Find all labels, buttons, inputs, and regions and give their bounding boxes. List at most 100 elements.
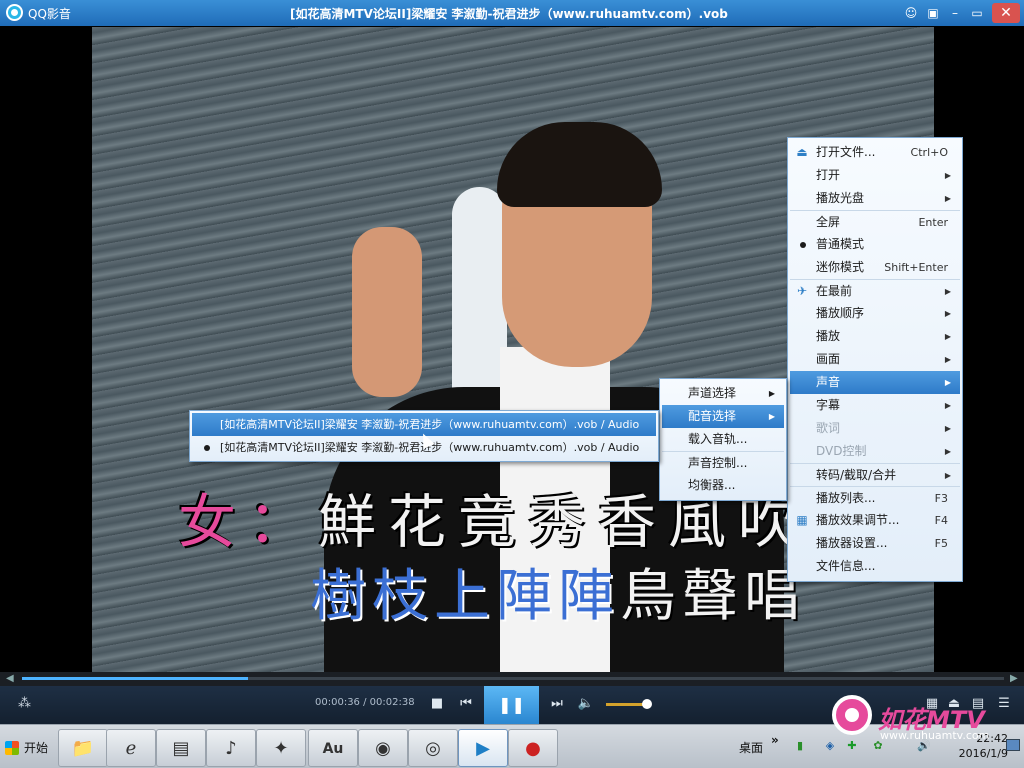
menu-item-play[interactable]: 播放 ▶ — [790, 325, 960, 348]
menu-item-label: 声道选择 — [688, 386, 737, 400]
lyric-line-2: 樹枝上陣陣鳥聲唱 — [310, 551, 806, 632]
menu-item-file-info[interactable]: 文件信息... — [790, 555, 960, 578]
submenu-arrow-icon: ▶ — [944, 471, 951, 480]
menu-item-subtitle[interactable]: 字幕 ▶ — [790, 394, 960, 417]
menu-item-always-on-top[interactable]: ✈ 在最前 ▶ — [790, 279, 960, 302]
menu-shortcut: F4 — [934, 514, 948, 527]
taskbar: 开始 📁 ℯ ▤ ♪ ✦ Au ◉ ◎ ▶ ● 桌面 » ▮ ◈ ✚ ✿ 🔊 2… — [0, 724, 1024, 768]
internet-explorer-icon[interactable]: ℯ — [106, 729, 156, 767]
menu-item-audio-track-select[interactable]: 配音选择 ▶ — [662, 405, 784, 428]
menu-item-channel-select[interactable]: 声道选择 ▶ — [662, 382, 784, 405]
selected-bullet-icon — [800, 242, 806, 248]
pin-icon: ✈ — [796, 284, 808, 298]
menu-item-load-track[interactable]: 载入音轨... — [662, 428, 784, 451]
network-icon[interactable]: ◈ — [823, 739, 837, 753]
menu-item-label: 播放列表... — [816, 491, 876, 505]
seek-track[interactable] — [22, 677, 1004, 680]
menu-shortcut: Ctrl+O — [910, 146, 948, 159]
menu-item-label: 歌词 — [816, 421, 841, 435]
sound-submenu: 声道选择 ▶ 配音选择 ▶ 载入音轨... 声音控制... 均衡器... — [659, 378, 787, 501]
open-file-icon: ⏏ — [796, 145, 808, 159]
stop-button[interactable]: ■ — [427, 694, 447, 714]
seek-bar[interactable]: ◀ ▶ — [0, 672, 1024, 686]
menu-item-label: 配音选择 — [688, 409, 737, 423]
explorer-icon[interactable]: 📁 — [58, 729, 108, 767]
playlist-icon[interactable]: ☰ — [994, 694, 1014, 714]
desktop-toolbar-label[interactable]: 桌面 — [739, 739, 763, 756]
plus-icon[interactable]: ✚ — [845, 739, 859, 753]
submenu-arrow-icon: ▶ — [944, 378, 951, 387]
submenu-arrow-icon: ▶ — [944, 401, 951, 410]
lyric-line-2-rest: 鳥聲唱 — [620, 564, 806, 629]
menu-item-open-file[interactable]: ⏏ 打开文件... Ctrl+O — [790, 141, 960, 164]
media-center-icon[interactable]: ▤ — [156, 729, 206, 767]
start-button[interactable]: 开始 — [2, 735, 54, 761]
seek-right-icon[interactable]: ▶ — [1010, 673, 1018, 684]
swan-shape — [452, 187, 507, 417]
battery-icon[interactable]: ▮ — [793, 739, 807, 753]
recorder-icon[interactable]: ● — [508, 729, 558, 767]
menu-item-label: [如花高清MTV论坛II]梁耀安 李溆勤-祝君进步（www.ruhuamtv.c… — [220, 418, 640, 431]
menu-item-settings[interactable]: 播放器设置... F5 — [790, 532, 960, 555]
menu-item-label: DVD控制 — [816, 444, 867, 458]
menu-shortcut: F5 — [934, 537, 948, 550]
menu-item-label: 播放顺序 — [816, 306, 865, 320]
previous-button[interactable]: ⏮ — [456, 694, 476, 714]
menu-item-playlist[interactable]: 播放列表... F3 — [790, 486, 960, 509]
menu-item-play-disc[interactable]: 播放光盘 ▶ — [790, 187, 960, 210]
app-name: QQ影音 — [28, 7, 71, 21]
volume-icon[interactable]: 🔈 — [576, 694, 596, 714]
lyric-line-2-sung: 樹枝上陣陣 — [310, 564, 620, 629]
qq-player-taskbar-icon[interactable]: ▶ — [458, 729, 508, 767]
lyric-singer-tag: 女： — [178, 488, 319, 556]
menu-item-sound[interactable]: 声音 ▶ — [790, 371, 960, 394]
menu-item-transcode[interactable]: 转码/截取/合并 ▶ — [790, 463, 960, 486]
chat-icon[interactable]: ☺ — [900, 3, 922, 23]
app-star-icon[interactable]: ✦ — [256, 729, 306, 767]
menu-item-normal-mode[interactable]: 普通模式 — [790, 233, 960, 256]
music-app-icon[interactable]: ♪ — [206, 729, 256, 767]
close-button[interactable]: ✕ — [992, 3, 1020, 23]
seek-left-icon[interactable]: ◀ — [6, 673, 14, 684]
menu-item-sound-control[interactable]: 声音控制... — [662, 451, 784, 474]
submenu-arrow-icon: ▶ — [768, 412, 775, 421]
menu-item-label: 载入音轨... — [688, 432, 748, 446]
menu-item-label: 播放光盘 — [816, 191, 865, 205]
menu-item-fullscreen[interactable]: 全屏 Enter — [790, 210, 960, 233]
menu-item-equalizer[interactable]: 均衡器... — [662, 474, 784, 497]
audio-app-icon[interactable]: ◎ — [408, 729, 458, 767]
menu-item-label: 转码/截取/合并 — [816, 468, 897, 482]
next-button[interactable]: ⏭ — [547, 694, 567, 714]
speaker-app-icon[interactable]: ◉ — [358, 729, 408, 767]
submenu-arrow-icon: ▶ — [944, 332, 951, 341]
menu-item-mini-mode[interactable]: 迷你模式 Shift+Enter — [790, 256, 960, 279]
submenu-arrow-icon: ▶ — [944, 447, 951, 456]
menu-item-label: 声音 — [816, 375, 841, 389]
submenu-arrow-icon: ▶ — [944, 309, 951, 318]
menu-item-label: 全屏 — [816, 215, 841, 229]
effects-icon: ▦ — [796, 513, 808, 527]
volume-slider[interactable] — [606, 703, 647, 706]
maximize-button[interactable]: ▭ — [966, 3, 988, 23]
menu-item-effects[interactable]: ▦ 播放效果调节... F4 — [790, 509, 960, 532]
skin-button[interactable]: ▣ — [922, 3, 944, 23]
menu-item-label: 均衡器... — [688, 478, 736, 492]
menu-item-open[interactable]: 打开 ▶ — [790, 164, 960, 187]
menu-item-play-order[interactable]: 播放顺序 ▶ — [790, 302, 960, 325]
menu-item-label: 画面 — [816, 352, 841, 366]
menu-item-picture[interactable]: 画面 ▶ — [790, 348, 960, 371]
pause-button[interactable]: ❚❚ — [484, 686, 539, 724]
submenu-arrow-icon: ▶ — [944, 171, 951, 180]
footprint-icon[interactable]: ⁂ — [18, 696, 31, 711]
menu-item-label: 在最前 — [816, 284, 853, 298]
title-bar[interactable]: QQ影音 [如花高清MTV论坛II]梁耀安 李溆勤-祝君进步（www.ruhua… — [0, 0, 1024, 26]
menu-item-label: 播放 — [816, 329, 841, 343]
screen: QQ影音 [如花高清MTV论坛II]梁耀安 李溆勤-祝君进步（www.ruhua… — [0, 0, 1024, 768]
volume-knob[interactable] — [641, 699, 652, 709]
minimize-button[interactable]: – — [944, 3, 966, 23]
show-desktop-button[interactable] — [1006, 739, 1020, 751]
audition-icon[interactable]: Au — [308, 729, 358, 767]
clock-date: 2016/1/9 — [958, 747, 1008, 760]
submenu-arrow-icon: ▶ — [944, 424, 951, 433]
chevron-right-icon[interactable]: » — [771, 733, 779, 747]
